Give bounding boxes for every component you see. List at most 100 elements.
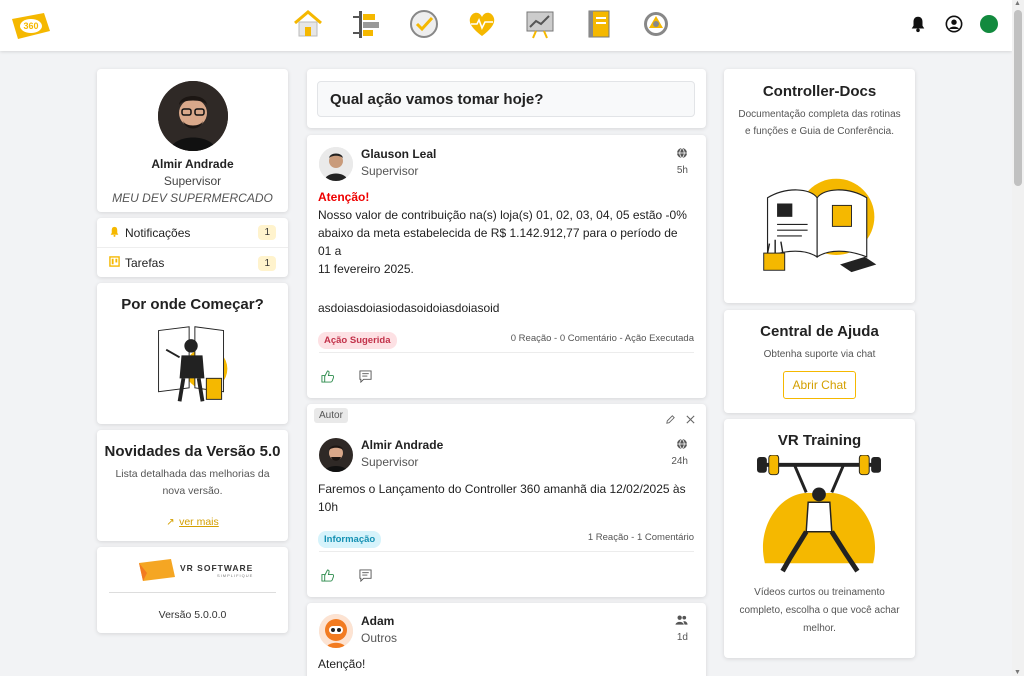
post-author-avatar[interactable]: [319, 614, 353, 648]
news-title: Novidades da Versão 5.0: [104, 443, 281, 460]
tasks-icon: [109, 256, 123, 270]
post-body-line: 11 fevereiro 2025.: [318, 262, 414, 276]
post-body-line: Nosso valor de contribuição na(s) loja(s…: [318, 208, 687, 222]
notebook-icon[interactable]: [580, 6, 616, 42]
tasks-count-badge: 1: [258, 255, 276, 271]
like-icon[interactable]: [319, 567, 335, 583]
heart-pulse-icon[interactable]: [464, 6, 500, 42]
post-author-avatar[interactable]: [319, 147, 353, 181]
post-author-name[interactable]: Glauson Leal: [361, 147, 676, 161]
divider: [109, 592, 276, 593]
getting-started-illustration: [149, 321, 235, 412]
docs-desc-line-2: e funções e Guia de Conferência.: [745, 126, 894, 137]
vr-brand-tagline: SIMPLIFIQUE: [217, 572, 254, 578]
profile-card: Almir Andrade Supervisor MEU DEV SUPERME…: [97, 69, 288, 212]
external-link-icon: ↗: [166, 517, 175, 528]
post-category-tag[interactable]: Informação: [318, 531, 382, 548]
profile-name: Almir Andrade: [151, 157, 234, 171]
training-desc-line-1: Vídeos curtos ou treinamento: [754, 587, 885, 598]
post-timestamp: 24h: [671, 456, 688, 467]
vr-software-logo: VR SOFTWARE SIMPLIFIQUE: [137, 559, 253, 581]
post-stats[interactable]: 0 Reação - 0 Comentário - Ação Executada: [511, 333, 694, 344]
svg-text:360: 360: [23, 21, 38, 31]
training-desc-line-2: completo, escolha o que você achar: [739, 605, 900, 616]
top-navbar: 360: [0, 0, 1012, 51]
app-logo[interactable]: 360: [10, 11, 52, 41]
globe-icon: [676, 147, 688, 162]
main-nav: [290, 6, 674, 42]
post-body-line: 10h: [318, 500, 339, 514]
post-stats[interactable]: 1 Reação - 1 Comentário: [588, 532, 694, 543]
help-center-card: Central de Ajuda Obtenha suporte via cha…: [724, 310, 915, 413]
user-account-icon[interactable]: [944, 14, 964, 34]
post-attention-label: Atenção!: [318, 657, 366, 671]
globe-icon: [671, 438, 688, 453]
post-body-line: abaixo da meta estabelecida de R$ 1.142.…: [318, 226, 678, 258]
divider: [319, 551, 694, 552]
gear-icon[interactable]: [638, 6, 674, 42]
post-author-role: Supervisor: [361, 164, 419, 178]
notification-count-badge: 1: [258, 225, 276, 240]
menu-label: Tarefas: [125, 256, 165, 270]
menu-label: Notificações: [125, 225, 191, 240]
top-right-actions: [908, 14, 998, 34]
profile-role: Supervisor: [163, 174, 222, 188]
scrollbar-thumb[interactable]: [1014, 10, 1022, 186]
shortcut-menu: Notificações 1 Tarefas 1: [97, 218, 288, 277]
help-title: Central de Ajuda: [760, 323, 879, 340]
bell-icon[interactable]: [908, 14, 928, 34]
online-status-indicator: [980, 15, 998, 33]
docs-title: Controller-Docs: [762, 83, 877, 100]
post-actions: [319, 368, 373, 384]
post-body-line: Faremos o Lançamento do Controller 360 a…: [318, 482, 686, 496]
scroll-up-arrow-icon[interactable]: ▲: [1014, 0, 1021, 7]
post-author-name[interactable]: Almir Andrade: [361, 438, 671, 452]
training-illustration: [754, 454, 884, 583]
like-icon[interactable]: [319, 368, 335, 384]
getting-started-card[interactable]: Por onde Começar?: [97, 283, 288, 424]
post-author-role: Outros: [361, 631, 398, 645]
scroll-down-arrow-icon[interactable]: ▼: [1014, 669, 1021, 676]
bell-icon: [109, 226, 123, 240]
group-icon: [675, 614, 688, 629]
comment-icon[interactable]: [357, 368, 373, 384]
profile-company: MEU DEV SUPERMERCADO: [112, 191, 273, 205]
post-extra-text: asdoiasdoiasiodasoidoiasdoiasoid: [318, 301, 500, 315]
edit-pencil-icon[interactable]: [665, 412, 676, 430]
controller-docs-card[interactable]: Controller-Docs Documentação completa da…: [724, 69, 915, 303]
vr-training-card[interactable]: VR Training Vídeos curtos ou treinamento…: [724, 419, 915, 658]
training-desc-line-3: melhor.: [803, 623, 836, 634]
news-desc-line-1: Lista detalhada das melhorias da: [115, 468, 270, 480]
post-author-avatar[interactable]: [319, 438, 353, 472]
post-attention-label: Atenção!: [318, 190, 370, 204]
post-composer-input[interactable]: Qual ação vamos tomar hoje?: [317, 81, 695, 117]
news-card: Novidades da Versão 5.0 Lista detalhada …: [97, 430, 288, 541]
post-author-name[interactable]: Adam: [361, 614, 675, 628]
see-more-link[interactable]: ver mais: [179, 516, 219, 528]
open-chat-button[interactable]: Abrir Chat: [783, 371, 856, 399]
timeline-icon[interactable]: [348, 6, 384, 42]
menu-item-notificacoes[interactable]: Notificações 1: [97, 218, 288, 248]
news-desc-line-2: nova versão.: [162, 485, 223, 497]
feed-post: Adam Outros 1d Atenção!: [307, 603, 706, 676]
post-actions: [319, 567, 373, 583]
menu-item-tarefas[interactable]: Tarefas 1: [97, 248, 288, 278]
vr-software-card: VR SOFTWARE SIMPLIFIQUE Versão 5.0.0.0: [97, 547, 288, 633]
post-category-tag[interactable]: Ação Sugerida: [318, 332, 397, 349]
post-timestamp: 1d: [676, 632, 688, 643]
vr-brand-name: VR SOFTWARE: [180, 562, 254, 573]
chart-board-icon[interactable]: [522, 6, 558, 42]
docs-illustration: [758, 169, 882, 284]
docs-desc-line-1: Documentação completa das rotinas: [738, 109, 901, 120]
check-icon[interactable]: [406, 6, 442, 42]
comment-icon[interactable]: [357, 567, 373, 583]
post-timestamp: 5h: [676, 165, 688, 176]
app-version: Versão 5.0.0.0: [158, 609, 227, 621]
post-author-role: Supervisor: [361, 455, 419, 469]
page-scrollbar[interactable]: ▲ ▼: [1012, 0, 1024, 676]
training-title: VR Training: [777, 432, 862, 449]
getting-started-title: Por onde Começar?: [121, 296, 264, 313]
home-icon[interactable]: [290, 6, 326, 42]
profile-avatar[interactable]: [157, 81, 228, 151]
close-icon[interactable]: [685, 412, 696, 430]
